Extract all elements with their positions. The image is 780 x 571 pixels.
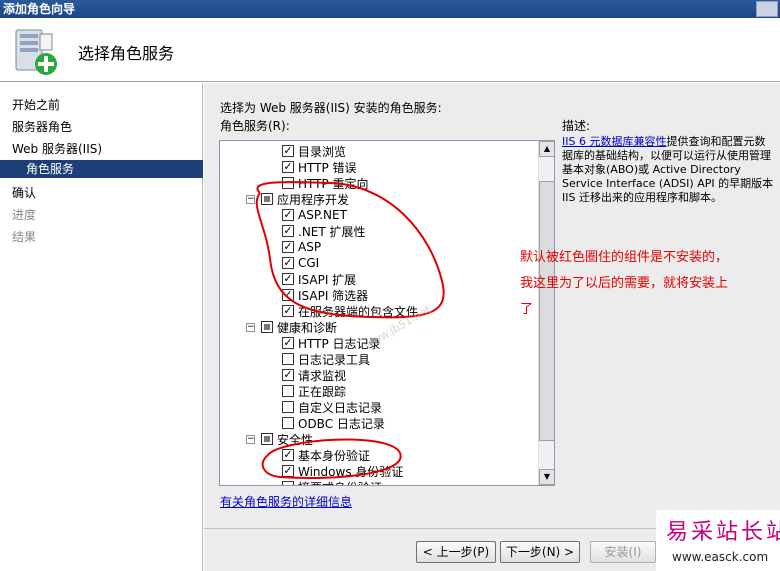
collapse-icon[interactable]: − bbox=[246, 194, 255, 204]
watermark-url: www.easck.com bbox=[672, 550, 769, 564]
tree-item[interactable]: ✓ CGI bbox=[282, 255, 319, 271]
checkbox[interactable]: ✓ bbox=[282, 273, 294, 285]
tree-item-label: ISAPI 扩展 bbox=[298, 272, 357, 287]
wizard-header: 选择角色服务 bbox=[0, 18, 780, 82]
watermark-title: 易采站长站 bbox=[666, 520, 780, 545]
checkbox[interactable] bbox=[282, 417, 294, 429]
annotation-note: 默认被红色圈住的组件是不安装的，我这里为了以后的需要，就将安装上了 bbox=[520, 250, 729, 317]
checkbox[interactable]: ✓ bbox=[282, 257, 294, 269]
scroll-down-arrow-icon[interactable]: ▼ bbox=[539, 469, 554, 485]
checkbox[interactable] bbox=[282, 177, 294, 189]
tree-group[interactable]: − 健康和诊断 bbox=[246, 319, 337, 335]
checkbox[interactable]: ✓ bbox=[282, 305, 294, 317]
scroll-up-arrow-icon[interactable]: ▲ bbox=[539, 141, 554, 157]
tree-item-label: CGI bbox=[298, 256, 320, 270]
checkbox[interactable] bbox=[261, 433, 273, 445]
checkbox[interactable]: ✓ bbox=[282, 241, 294, 253]
install-button: 安装(I) bbox=[590, 541, 656, 563]
checkbox[interactable]: ✓ bbox=[282, 465, 294, 477]
description-link[interactable]: IIS 6 元数据库兼容性 bbox=[562, 135, 666, 148]
tree-item-label: 自定义日志记录 bbox=[298, 400, 383, 415]
nav-item-server-roles[interactable]: 服务器角色 bbox=[12, 118, 72, 135]
tree-item-label: 在服务器端的包含文件 bbox=[298, 304, 419, 319]
tree-item-label: 应用程序开发 bbox=[277, 192, 350, 207]
tree-item-label: ODBC 日志记录 bbox=[298, 416, 385, 431]
tree-item[interactable]: 正在跟踪 bbox=[282, 383, 346, 399]
tree-group[interactable]: − 应用程序开发 bbox=[246, 191, 349, 207]
role-services-label: 角色服务(R): bbox=[220, 119, 290, 133]
nav-item-confirmation[interactable]: 确认 bbox=[12, 184, 36, 201]
tree-item[interactable]: ✓ Windows 身份验证 bbox=[282, 463, 403, 479]
tree-item[interactable]: ✓ 在服务器端的包含文件 bbox=[282, 303, 418, 319]
tree-item[interactable]: ✓ ASP bbox=[282, 239, 321, 255]
tree-item[interactable]: 摘要式身份验证 bbox=[282, 479, 382, 486]
page-title: 选择角色服务 bbox=[78, 44, 175, 63]
tree-item-label: .NET 扩展性 bbox=[298, 224, 366, 239]
tree-item[interactable]: ✓ ASP.NET bbox=[282, 207, 347, 223]
nav-item-results: 结果 bbox=[12, 230, 37, 244]
tree-group[interactable]: − 安全性 bbox=[246, 431, 313, 447]
collapse-icon[interactable]: − bbox=[246, 434, 255, 444]
checkbox[interactable]: ✓ bbox=[282, 449, 294, 461]
nav-item-web-server-iis[interactable]: Web 服务器(IIS) bbox=[12, 140, 102, 157]
close-button[interactable] bbox=[756, 1, 778, 17]
intro-text: 选择为 Web 服务器(IIS) 安装的角色服务: bbox=[220, 101, 442, 115]
server-role-icon bbox=[15, 29, 57, 75]
more-info-link[interactable]: 有关角色服务的详细信息 bbox=[220, 493, 352, 510]
checkbox[interactable]: ✓ bbox=[282, 369, 294, 381]
checkbox[interactable] bbox=[282, 401, 294, 413]
collapse-icon[interactable]: − bbox=[246, 322, 255, 332]
tree-item-label: 摘要式身份验证 bbox=[298, 479, 382, 486]
checkbox[interactable]: ✓ bbox=[282, 225, 294, 237]
tree-item[interactable]: ✓ 基本身份验证 bbox=[282, 447, 370, 463]
tree-item-label: HTTP 重定向 bbox=[298, 176, 369, 191]
tree-item-label: Windows 身份验证 bbox=[298, 464, 404, 479]
tree-item-label: 安全性 bbox=[277, 432, 314, 447]
wizard-nav: 开始之前 服务器角色 Web 服务器(IIS) 角色服务 确认 进度 结果 bbox=[0, 83, 203, 571]
site-watermark: 易采站长站 www.easck.com bbox=[656, 510, 780, 571]
description-label: 描述: bbox=[562, 119, 591, 133]
tree-item[interactable]: ✓ 目录浏览 bbox=[282, 143, 346, 159]
tree-item-label: 基本身份验证 bbox=[298, 448, 371, 463]
tree-item-label: 正在跟踪 bbox=[298, 384, 347, 399]
checkbox[interactable]: ✓ bbox=[282, 337, 294, 349]
tree-item-label: HTTP 错误 bbox=[298, 160, 357, 175]
nav-item-role-services[interactable]: 角色服务 bbox=[0, 160, 203, 178]
main-panel: 选择为 Web 服务器(IIS) 安装的角色服务: 角色服务(R): ✓ 目录浏览… bbox=[204, 83, 780, 571]
description-text: IIS 6 元数据库兼容性提供查询和配置元数据库的基础结构，以便可以运行从使用管… bbox=[562, 135, 774, 205]
tree-item[interactable]: 日志记录工具 bbox=[282, 351, 370, 367]
tree-item-label: 请求监视 bbox=[298, 368, 347, 383]
tree-item-label: 目录浏览 bbox=[298, 144, 347, 159]
nav-item-before-you-begin[interactable]: 开始之前 bbox=[12, 96, 60, 113]
tree-item-label: ASP bbox=[298, 240, 322, 254]
checkbox[interactable] bbox=[261, 321, 273, 333]
tree-item[interactable]: 自定义日志记录 bbox=[282, 399, 382, 415]
checkbox[interactable]: ✓ bbox=[282, 161, 294, 173]
tree-item-label: ISAPI 筛选器 bbox=[298, 288, 369, 303]
tree-item[interactable]: HTTP 重定向 bbox=[282, 175, 369, 191]
nav-item-progress: 进度 bbox=[12, 208, 37, 222]
checkbox[interactable]: ✓ bbox=[282, 209, 294, 221]
checkbox[interactable]: ✓ bbox=[282, 289, 294, 301]
tree-item-label: 日志记录工具 bbox=[298, 352, 371, 367]
back-button[interactable]: < 上一步(P) bbox=[416, 541, 496, 563]
tree-item[interactable]: ODBC 日志记录 bbox=[282, 415, 385, 431]
next-button[interactable]: 下一步(N) > bbox=[500, 541, 580, 563]
checkbox[interactable]: ✓ bbox=[282, 145, 294, 157]
tree-item[interactable]: ✓ 请求监视 bbox=[282, 367, 346, 383]
tree-item[interactable]: ✓ .NET 扩展性 bbox=[282, 223, 366, 239]
tree-item[interactable]: ✓ HTTP 错误 bbox=[282, 159, 357, 175]
window-titlebar: 添加角色向导 bbox=[0, 0, 780, 18]
checkbox[interactable] bbox=[261, 193, 273, 205]
tree-item-label: ASP.NET bbox=[298, 208, 347, 222]
tree-item[interactable]: ✓ ISAPI 扩展 bbox=[282, 271, 356, 287]
checkbox[interactable] bbox=[282, 385, 294, 397]
tree-item-label: 健康和诊断 bbox=[277, 320, 338, 335]
role-services-tree[interactable]: ✓ 目录浏览 ✓ HTTP 错误 HTTP 重定向 − 应用程序开发 ✓ ASP.NET ✓ .NE… bbox=[219, 140, 555, 486]
window-title: 添加角色向导 bbox=[3, 2, 76, 16]
tree-item[interactable]: ✓ ISAPI 筛选器 bbox=[282, 287, 368, 303]
checkbox[interactable] bbox=[282, 353, 294, 365]
checkbox[interactable] bbox=[282, 481, 294, 485]
